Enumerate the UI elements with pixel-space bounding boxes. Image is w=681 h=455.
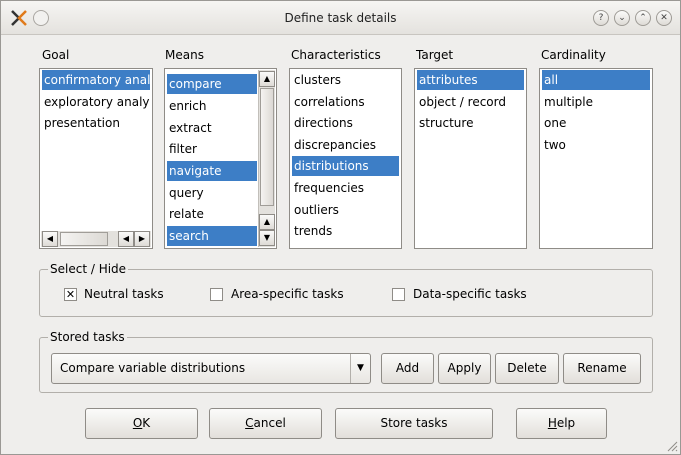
list-item[interactable]: compare: [167, 74, 257, 94]
store-tasks-button[interactable]: Store tasks: [335, 408, 493, 439]
stored-tasks-combo[interactable]: Compare variable distributions ▼: [51, 353, 371, 384]
list-item[interactable]: all: [542, 70, 650, 90]
minimize-icon[interactable]: ⌄: [614, 10, 630, 26]
list-item[interactable]: directions: [292, 113, 399, 133]
target-header: Target: [416, 48, 454, 62]
ok-button[interactable]: OK: [85, 408, 198, 439]
help-mnemonic: H: [547, 416, 557, 430]
cancel-label: ancel: [253, 416, 286, 430]
data-specific-checkbox[interactable]: [392, 288, 405, 301]
scroll-left-icon[interactable]: ◀: [42, 231, 58, 247]
list-item[interactable]: presentation: [42, 113, 150, 133]
list-item[interactable]: query: [167, 183, 257, 203]
window-title: Define task details: [284, 11, 397, 25]
help-icon[interactable]: ?: [593, 10, 609, 26]
scroll-thumb[interactable]: [60, 232, 108, 246]
area-specific-checkbox[interactable]: [210, 288, 223, 301]
help-button[interactable]: Help: [516, 408, 607, 439]
means-vertical-scrollbar[interactable]: ▲ ▲ ▼: [258, 70, 275, 247]
characteristics-header: Characteristics: [291, 48, 381, 62]
chevron-down-icon[interactable]: ▼: [350, 354, 370, 383]
list-item[interactable]: clusters: [292, 70, 399, 90]
list-item[interactable]: enrich: [167, 96, 257, 116]
list-item[interactable]: confirmatory anal: [42, 70, 150, 90]
list-item[interactable]: multiple: [542, 92, 650, 112]
list-item[interactable]: structure: [417, 113, 524, 133]
area-specific-label[interactable]: Area-specific tasks: [231, 287, 344, 301]
list-item[interactable]: distributions: [292, 156, 399, 176]
cardinality-header: Cardinality: [541, 48, 606, 62]
goal-header: Goal: [42, 48, 70, 62]
target-list[interactable]: attributes object / record structure: [414, 68, 527, 249]
list-item[interactable]: two: [542, 135, 650, 155]
list-item[interactable]: relate: [167, 204, 257, 224]
scroll-thumb[interactable]: [260, 88, 274, 206]
cancel-mnemonic: C: [245, 416, 254, 430]
cardinality-list[interactable]: all multiple one two: [539, 68, 653, 249]
select-hide-legend: Select / Hide: [48, 262, 129, 276]
list-item[interactable]: trends: [292, 221, 399, 241]
cancel-button[interactable]: Cancel: [209, 408, 322, 439]
list-item[interactable]: correlations: [292, 92, 399, 112]
list-item[interactable]: exploratory analy: [42, 92, 150, 112]
list-item[interactable]: navigate: [167, 161, 257, 181]
list-item[interactable]: one: [542, 113, 650, 133]
neutral-tasks-label[interactable]: Neutral tasks: [84, 287, 164, 301]
scroll-down-icon[interactable]: ▼: [259, 230, 275, 246]
help-label: elp: [556, 416, 576, 430]
scroll-up-icon[interactable]: ▲: [259, 71, 275, 87]
list-item[interactable]: filter: [167, 139, 257, 159]
apply-button[interactable]: Apply: [438, 353, 491, 384]
resize-grip-icon[interactable]: [666, 440, 678, 452]
dialog-window: Define task details ? ⌄ ⌃ ✕ Goal Means C…: [0, 0, 681, 455]
delete-button[interactable]: Delete: [495, 353, 559, 384]
stored-tasks-group: Stored tasks Compare variable distributi…: [39, 330, 653, 393]
neutral-tasks-checkbox[interactable]: ✕: [64, 288, 77, 301]
list-item[interactable]: attributes: [417, 70, 524, 90]
rename-button[interactable]: Rename: [563, 353, 641, 384]
data-specific-label[interactable]: Data-specific tasks: [413, 287, 527, 301]
add-button[interactable]: Add: [381, 353, 434, 384]
ok-label: K: [142, 416, 151, 430]
close-icon[interactable]: ✕: [656, 10, 672, 26]
goal-list[interactable]: confirmatory anal exploratory analy pres…: [39, 68, 153, 249]
list-item[interactable]: object / record: [417, 92, 524, 112]
select-hide-group: Select / Hide ✕ Neutral tasks Area-speci…: [39, 262, 653, 317]
ok-mnemonic: O: [132, 416, 143, 430]
scroll-left-icon[interactable]: ◀: [118, 231, 134, 247]
title-bar[interactable]: Define task details ? ⌄ ⌃ ✕: [1, 1, 680, 35]
goal-horizontal-scrollbar[interactable]: ◀ ◀ ▶: [41, 231, 151, 247]
list-item[interactable]: outliers: [292, 200, 399, 220]
list-item[interactable]: extract: [167, 118, 257, 138]
scroll-right-icon[interactable]: ▶: [134, 231, 150, 247]
list-item[interactable]: frequencies: [292, 178, 399, 198]
maximize-icon[interactable]: ⌃: [635, 10, 651, 26]
list-item[interactable]: discrepancies: [292, 135, 399, 155]
means-list[interactable]: compare enrich extract filter navigate q…: [164, 68, 277, 249]
list-item[interactable]: search: [167, 226, 257, 246]
means-header: Means: [165, 48, 204, 62]
scroll-up-icon[interactable]: ▲: [259, 214, 275, 230]
characteristics-list[interactable]: clusters correlations directions discrep…: [289, 68, 402, 249]
stored-tasks-legend: Stored tasks: [48, 330, 127, 344]
stored-tasks-value: Compare variable distributions: [60, 361, 246, 375]
